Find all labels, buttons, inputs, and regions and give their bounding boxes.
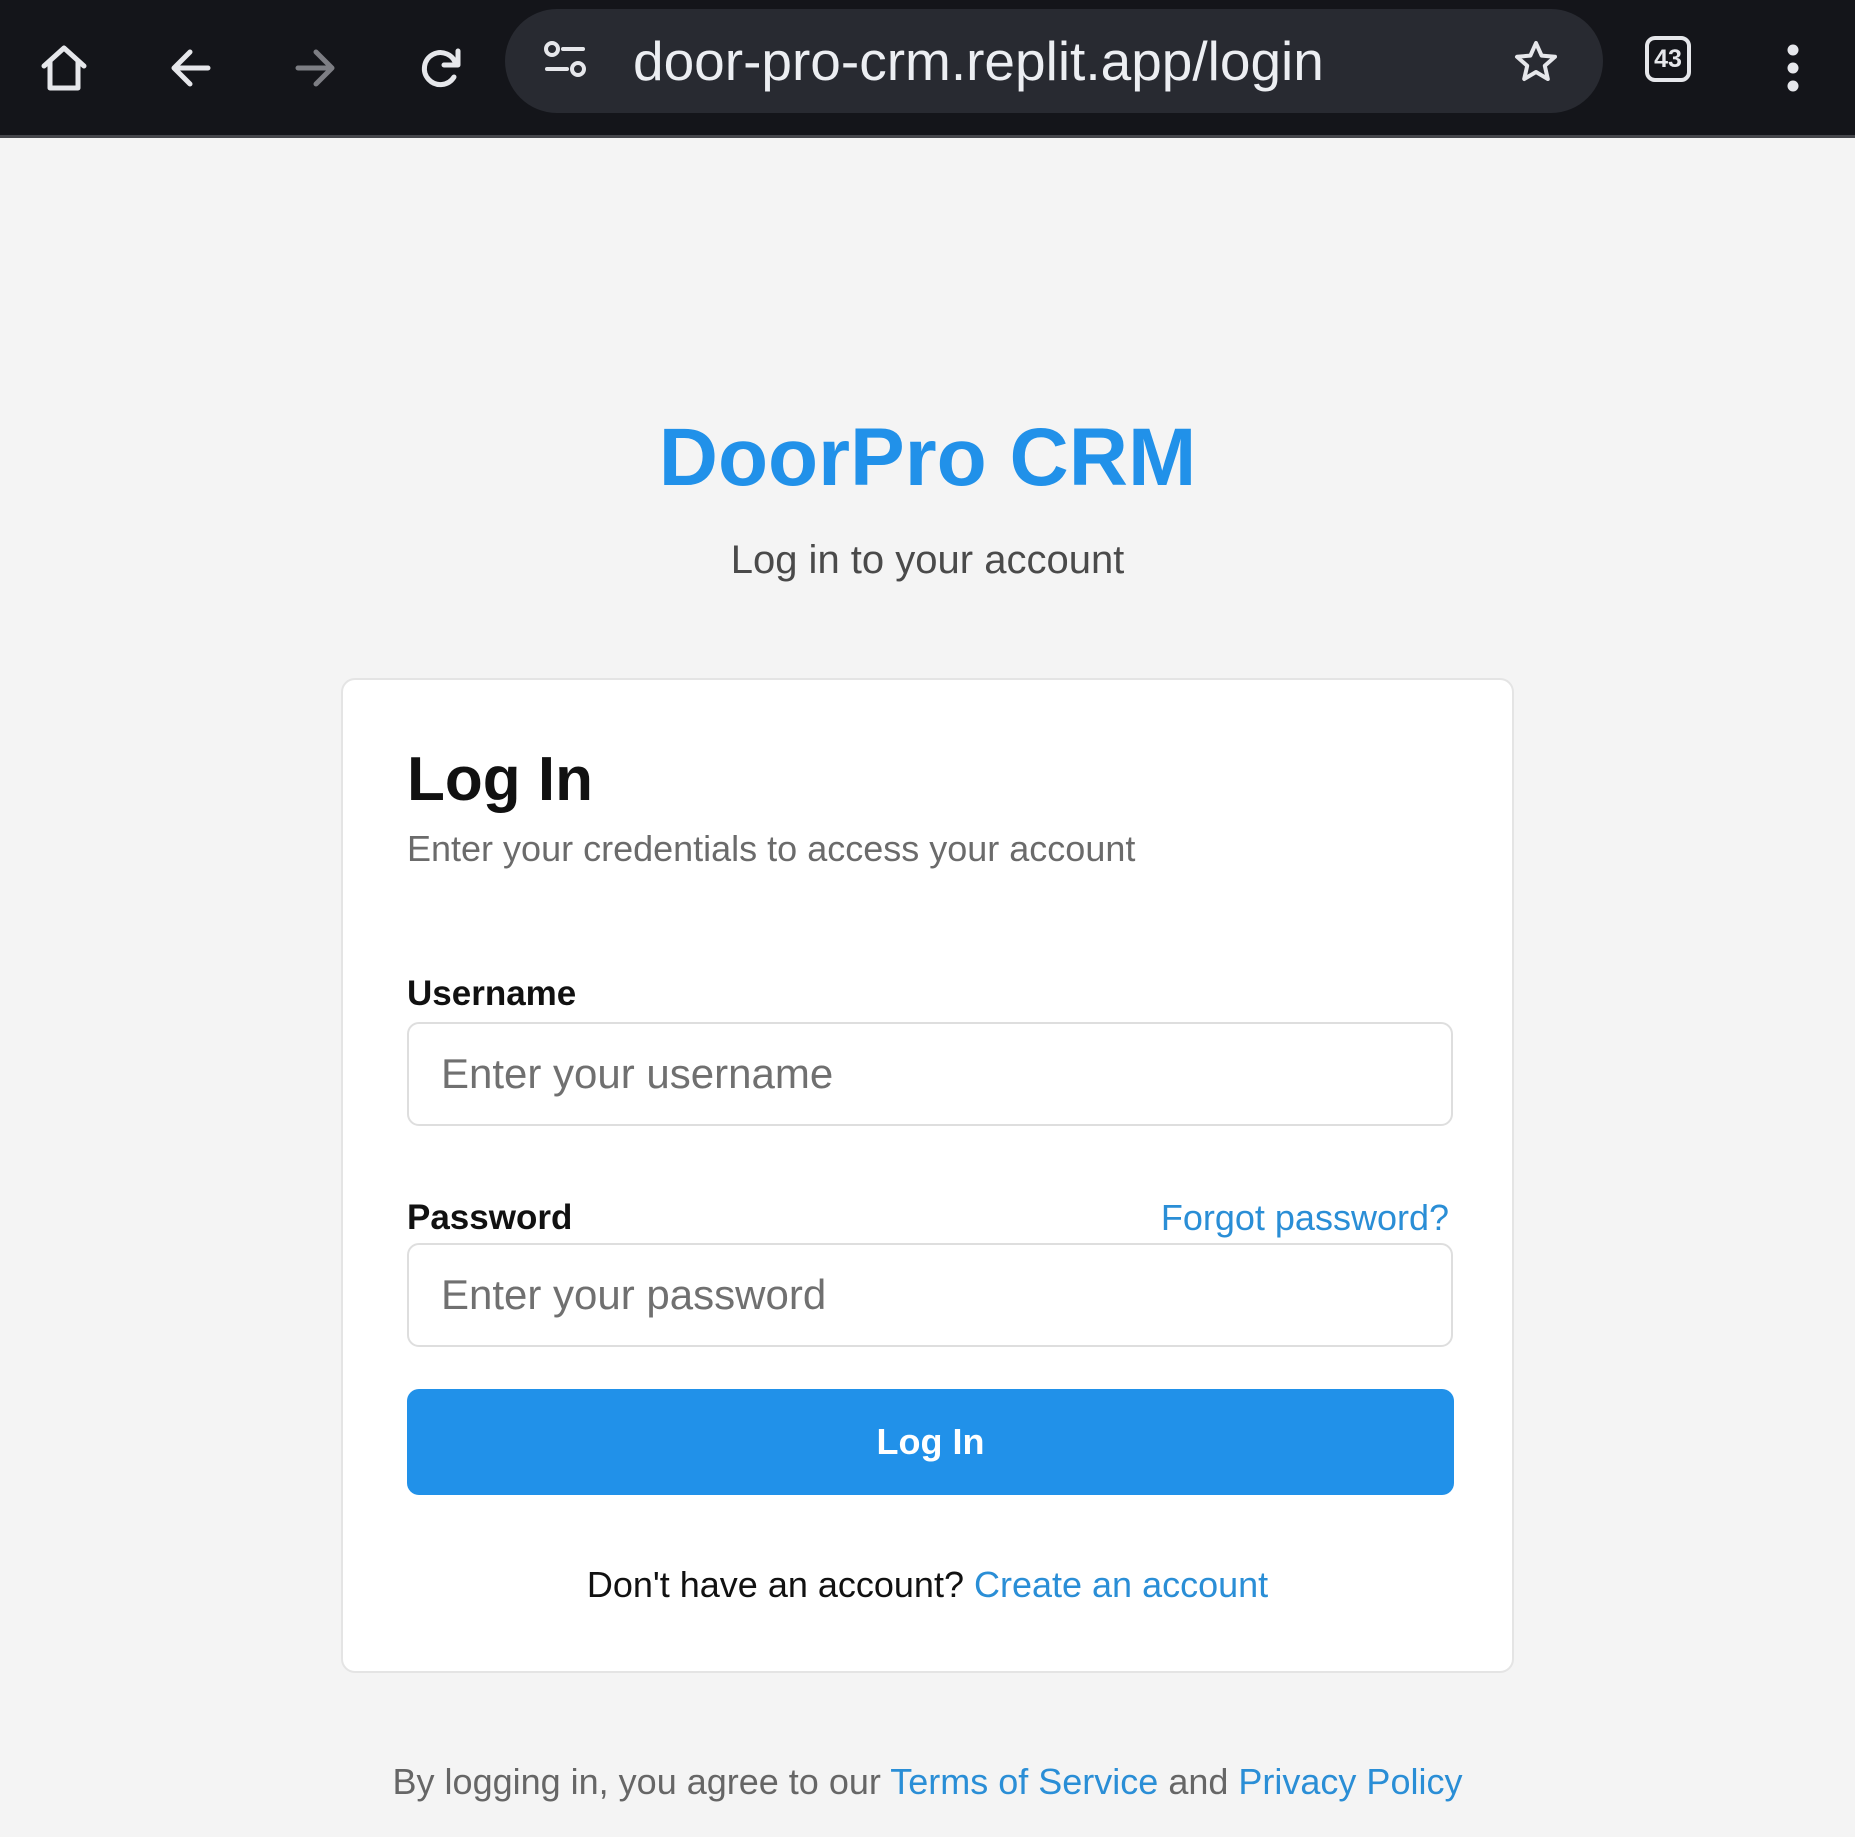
- forward-arrow-icon[interactable]: [276, 0, 356, 135]
- reload-icon[interactable]: [401, 0, 481, 135]
- tab-switcher-icon[interactable]: 43: [1645, 36, 1691, 82]
- password-label: Password: [407, 1198, 573, 1237]
- footer-and: and: [1168, 1761, 1229, 1802]
- forgot-password-link[interactable]: Forgot password?: [1161, 1194, 1449, 1242]
- bookmark-star-icon[interactable]: [1513, 39, 1559, 90]
- create-account-link[interactable]: Create an account: [974, 1564, 1268, 1605]
- signup-prompt: Don't have an account?: [586, 1564, 964, 1605]
- login-button[interactable]: Log In: [407, 1389, 1454, 1495]
- url-text[interactable]: door-pro-crm.replit.app/login: [633, 9, 1324, 113]
- brand-title: DoorPro CRM: [658, 412, 1197, 503]
- legal-footer: By logging in, you agree to our Terms of…: [0, 1756, 1855, 1808]
- username-input[interactable]: [407, 1022, 1453, 1126]
- address-bar[interactable]: door-pro-crm.replit.app/login: [505, 9, 1603, 113]
- back-arrow-icon[interactable]: [150, 0, 230, 135]
- password-input[interactable]: [407, 1243, 1453, 1347]
- signup-prompt-line: Don't have an account? Create an account: [343, 1560, 1512, 1610]
- username-label: Username: [407, 974, 577, 1013]
- brand-subtitle: Log in to your account: [730, 538, 1125, 582]
- browser-toolbar: door-pro-crm.replit.app/login 43: [0, 0, 1855, 138]
- site-settings-icon[interactable]: [543, 37, 587, 86]
- tab-count: 43: [1654, 44, 1682, 73]
- more-menu-icon[interactable]: [1773, 0, 1813, 135]
- home-icon[interactable]: [24, 0, 104, 135]
- login-card: Log In Enter your credentials to access …: [341, 678, 1514, 1673]
- privacy-policy-link[interactable]: Privacy Policy: [1238, 1761, 1462, 1802]
- footer-prefix: By logging in, you agree to our: [392, 1761, 881, 1802]
- card-title: Log In: [407, 745, 593, 814]
- terms-of-service-link[interactable]: Terms of Service: [890, 1761, 1158, 1802]
- card-description: Enter your credentials to access your ac…: [407, 828, 1136, 869]
